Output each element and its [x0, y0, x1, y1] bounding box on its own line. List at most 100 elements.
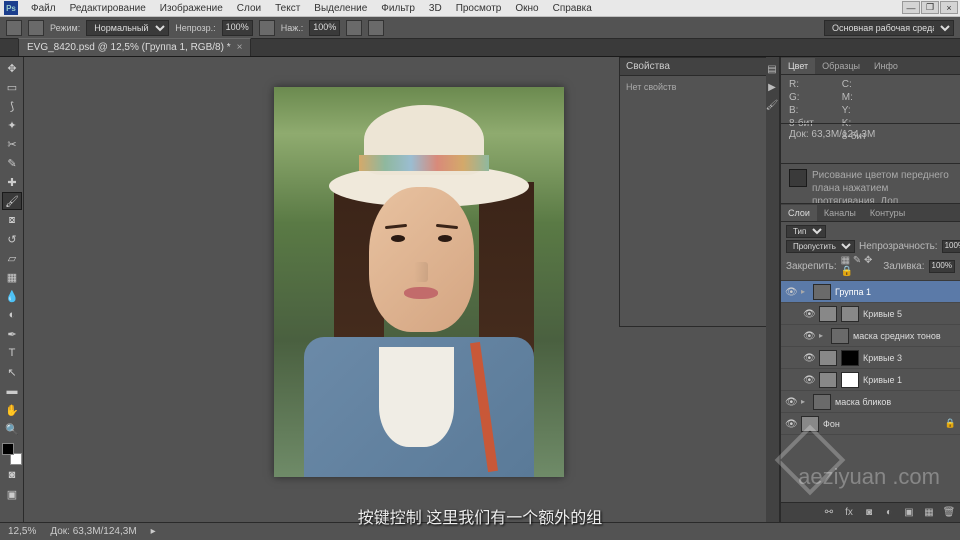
menu-3d[interactable]: 3D [422, 3, 449, 14]
document-tab[interactable]: EVG_8420.psd @ 12,5% (Группа 1, RGB/8) *… [18, 38, 251, 56]
quickmask-tool[interactable]: ◙ [2, 466, 22, 484]
menu-window[interactable]: Окно [508, 3, 545, 14]
flow-field[interactable]: 100% [309, 20, 340, 36]
workspace-select[interactable]: Основная рабочая среда [824, 20, 954, 36]
shape-tool[interactable]: ▬ [2, 382, 22, 400]
menu-layers[interactable]: Слои [230, 3, 268, 14]
foreground-color[interactable] [2, 443, 14, 455]
menu-file[interactable]: Файл [24, 3, 63, 14]
flow-label: Наж.: [281, 23, 304, 33]
layer-row[interactable]: 👁 Кривые 1 [781, 369, 960, 391]
layer-row[interactable]: 👁▸маска средних тонов [781, 325, 960, 347]
gradient-tool[interactable]: ▦ [2, 268, 22, 286]
restore-button[interactable]: ❐ [921, 1, 939, 14]
image-content [304, 337, 534, 477]
visibility-icon[interactable]: 👁 [785, 397, 797, 407]
menu-filter[interactable]: Фильтр [374, 3, 422, 14]
layer-name[interactable]: Кривые 5 [863, 309, 902, 319]
tool-preset-icon[interactable] [6, 20, 22, 36]
menu-help[interactable]: Справка [546, 3, 599, 14]
info-panel: R: G: B: 8-бит C: M: Y: K: 8-бит [781, 75, 960, 123]
hand-tool[interactable]: ✋ [2, 401, 22, 419]
pen-tool[interactable]: ✒ [2, 325, 22, 343]
brush-panel-icon[interactable]: 🖌 [766, 97, 778, 113]
layer-name[interactable]: Кривые 3 [863, 353, 902, 363]
close-tab-icon[interactable]: × [237, 42, 243, 53]
layer-name[interactable]: Фон [823, 419, 840, 429]
canvas-area[interactable]: Свойства ▾≡ Нет свойств [24, 57, 766, 522]
menu-select[interactable]: Выделение [307, 3, 374, 14]
wand-tool[interactable]: ✦ [2, 116, 22, 134]
subtitle-text: 按键控制 这里我们有一个额外的组 [0, 504, 960, 528]
color-tab[interactable]: Цвет [781, 58, 815, 74]
layer-row[interactable]: 👁 Кривые 3 [781, 347, 960, 369]
layer-name[interactable]: Группа 1 [835, 287, 871, 297]
eraser-tool[interactable]: ▱ [2, 249, 22, 267]
properties-tab[interactable]: Свойства [626, 61, 670, 72]
crop-tool[interactable]: ✂ [2, 135, 22, 153]
fill-lbl: Заливка: [883, 261, 924, 272]
visibility-icon[interactable]: 👁 [785, 287, 797, 297]
lock-icons[interactable]: ▦ ✎ ✥ 🔒 [841, 255, 876, 277]
layer-name[interactable]: Кривые 1 [863, 375, 902, 385]
layer-row[interactable]: 👁 Кривые 5 [781, 303, 960, 325]
zoom-tool[interactable]: 🔍 [2, 420, 22, 438]
mode-label: Режим: [50, 23, 80, 33]
visibility-icon[interactable]: 👁 [803, 353, 815, 363]
menu-edit[interactable]: Редактирование [63, 3, 153, 14]
opacity-field[interactable]: 100% [222, 20, 253, 36]
info-tab[interactable]: Инфо [867, 58, 905, 74]
options-bar: Режим: Нормальный Непрозр.: 100% Наж.: 1… [0, 17, 960, 39]
menu-view[interactable]: Просмотр [449, 3, 509, 14]
stamp-tool[interactable]: ⧇ [2, 211, 22, 229]
app-icon: Ps [4, 1, 18, 15]
minimize-button[interactable]: — [902, 1, 920, 14]
eyedropper-tool[interactable]: ✎ [2, 154, 22, 172]
layer-name[interactable]: маска бликов [835, 397, 891, 407]
lock-lbl: Закрепить: [786, 261, 837, 272]
actions-panel-icon[interactable]: ▶ [766, 79, 778, 95]
opacity-label: Непрозр.: [175, 23, 215, 33]
layer-name[interactable]: маска средних тонов [853, 331, 941, 341]
layer-opacity-field[interactable]: 100% [942, 240, 960, 253]
visibility-icon[interactable]: 👁 [785, 419, 797, 429]
history-panel-icon[interactable]: ▤ [766, 61, 778, 77]
properties-body: Нет свойств [620, 76, 766, 98]
paths-tab[interactable]: Контуры [863, 205, 912, 221]
layer-fill-field[interactable]: 100% [929, 260, 955, 273]
dodge-tool[interactable]: ◐ [2, 306, 22, 324]
visibility-icon[interactable]: 👁 [803, 375, 815, 385]
document-canvas[interactable] [274, 87, 564, 477]
pressure-opacity-icon[interactable] [259, 20, 275, 36]
history-brush-tool[interactable]: ↺ [2, 230, 22, 248]
close-button[interactable]: × [940, 1, 958, 14]
blend-mode-select[interactable]: Нормальный [86, 20, 169, 36]
menu-image[interactable]: Изображение [153, 3, 230, 14]
brush-tool[interactable]: 🖌 [2, 192, 22, 210]
layer-row[interactable]: 👁▸маска бликов [781, 391, 960, 413]
blur-tool[interactable]: 💧 [2, 287, 22, 305]
hint-panel: Рисование цветом переднего плана нажатие… [781, 163, 960, 203]
pressure-size-icon[interactable] [368, 20, 384, 36]
filter-type-select[interactable]: Тип [786, 225, 826, 238]
channels-tab[interactable]: Каналы [817, 205, 863, 221]
path-tool[interactable]: ↖ [2, 363, 22, 381]
window-controls: — ❐ × [902, 1, 958, 14]
color-swatches[interactable] [2, 443, 22, 465]
marquee-tool[interactable]: ▭ [2, 78, 22, 96]
heal-tool[interactable]: ✚ [2, 173, 22, 191]
menu-text[interactable]: Текст [268, 3, 307, 14]
lasso-tool[interactable]: ⟆ [2, 97, 22, 115]
layers-tab[interactable]: Слои [781, 205, 817, 221]
visibility-icon[interactable]: 👁 [803, 331, 815, 341]
type-tool[interactable]: T [2, 344, 22, 362]
blend-select[interactable]: Пропустить [786, 240, 855, 253]
move-tool[interactable]: ✥ [2, 59, 22, 77]
screenmode-tool[interactable]: ▣ [2, 485, 22, 503]
visibility-icon[interactable]: 👁 [803, 309, 815, 319]
airbrush-icon[interactable] [346, 20, 362, 36]
swatches-tab[interactable]: Образцы [815, 58, 867, 74]
layer-row[interactable]: 👁▸Группа 1 [781, 281, 960, 303]
image-content [369, 187, 474, 332]
brush-preset-icon[interactable] [28, 20, 44, 36]
